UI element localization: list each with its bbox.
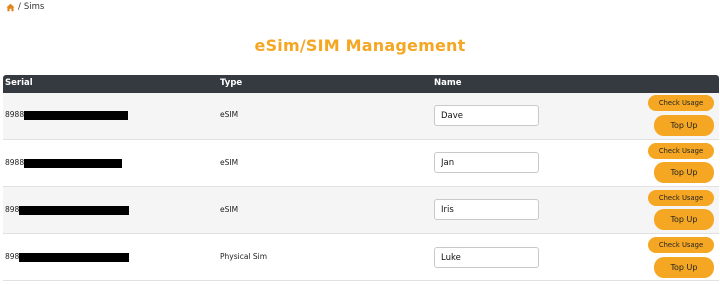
serial-cell: 8988: [5, 110, 129, 120]
name-input[interactable]: [434, 199, 539, 220]
name-input[interactable]: [434, 152, 539, 173]
name-input[interactable]: [434, 105, 539, 126]
serial-redaction: [24, 110, 129, 120]
header-serial: Serial: [5, 78, 33, 88]
top-up-button[interactable]: Top Up: [654, 209, 714, 230]
name-input[interactable]: [434, 247, 539, 268]
table-header: Serial Type Name: [3, 75, 719, 93]
table-row: 898 Physical Sim Check Usage Top Up: [3, 234, 719, 281]
serial-prefix: 8988: [5, 158, 25, 167]
table-row: 8988 eSIM Check Usage Top Up: [3, 93, 719, 140]
sims-table: Serial Type Name 8988 eSIM Check Usage T…: [3, 75, 719, 281]
serial-prefix: 898: [5, 252, 20, 261]
type-cell: eSIM: [220, 205, 239, 214]
top-up-button[interactable]: Top Up: [654, 115, 714, 136]
table-row: 898 eSIM Check Usage Top Up: [3, 187, 719, 234]
serial-cell: 898: [5, 252, 130, 262]
serial-redaction: [19, 205, 130, 215]
serial-redaction: [19, 252, 130, 262]
check-usage-button[interactable]: Check Usage: [648, 190, 714, 206]
table-row: 8988 eSIM Check Usage Top Up: [3, 140, 719, 187]
serial-redaction: [24, 158, 123, 168]
serial-cell: 898: [5, 205, 130, 215]
top-up-button[interactable]: Top Up: [654, 162, 714, 183]
type-cell: Physical Sim: [220, 252, 268, 261]
breadcrumb-separator: /: [18, 2, 21, 12]
serial-prefix: 898: [5, 205, 20, 214]
breadcrumb: / Sims: [6, 2, 44, 12]
header-name: Name: [434, 78, 462, 88]
serial-cell: 8988: [5, 158, 123, 168]
check-usage-button[interactable]: Check Usage: [648, 95, 714, 111]
check-usage-button[interactable]: Check Usage: [648, 237, 714, 253]
top-up-button[interactable]: Top Up: [654, 257, 714, 278]
type-cell: eSIM: [220, 110, 239, 119]
page-title: eSim/SIM Management: [254, 36, 466, 55]
serial-prefix: 8988: [5, 110, 25, 119]
check-usage-button[interactable]: Check Usage: [648, 143, 714, 159]
home-icon[interactable]: [6, 3, 15, 12]
breadcrumb-current: Sims: [23, 2, 45, 12]
type-cell: eSIM: [220, 158, 239, 167]
header-type: Type: [220, 78, 243, 88]
